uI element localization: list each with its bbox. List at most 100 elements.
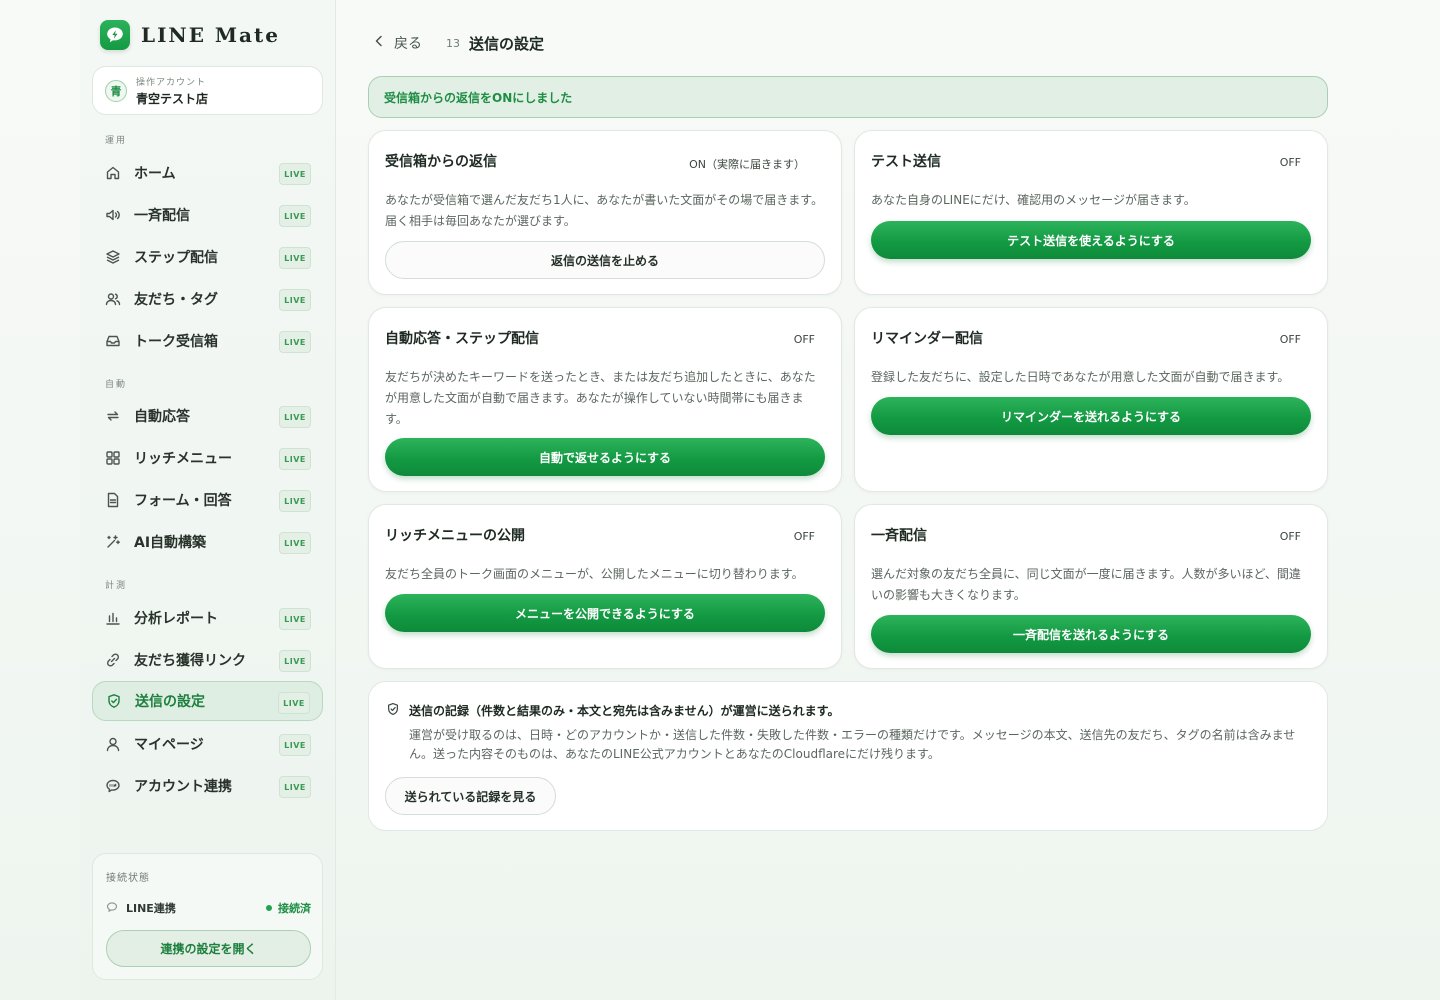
card-auto-reply: 自動応答・ステップ配信 OFF 友だちが決めたキーワードを送ったとき、または友だ…: [368, 307, 842, 492]
sidebar-item-label: リッチメニュー: [134, 451, 232, 467]
connection-status-card: 接続状態 LINE連携 接続済 連携の設定を開く: [92, 853, 323, 980]
sidebar-item-analytics[interactable]: 分析レポート LIVE: [92, 598, 323, 638]
sidebar-item-friend-links[interactable]: 友だち獲得リンク LIVE: [92, 640, 323, 680]
live-badge: LIVE: [279, 163, 311, 185]
sidebar-item-account-link[interactable]: アカウント連携 LIVE: [92, 766, 323, 806]
send-log-title: 送信の記録（件数と結果のみ・本文と宛先は含みません）が運営に送られます。: [409, 704, 840, 718]
account-name: 青空テスト店: [136, 91, 209, 106]
line-mate-logo-icon: [100, 20, 130, 50]
card-state: OFF: [793, 333, 815, 346]
card-reminder: リマインダー配信 OFF 登録した友だちに、設定した日時であなたが用意した文面が…: [854, 307, 1328, 492]
status-dot-icon: [266, 904, 272, 911]
line-chat-icon: [104, 777, 122, 795]
sidebar-item-broadcast[interactable]: 一斉配信 LIVE: [92, 195, 323, 235]
card-state: OFF: [1279, 333, 1301, 346]
card-state: OFF: [1279, 530, 1301, 543]
live-badge: LIVE: [279, 247, 311, 269]
account-caption: 操作アカウント: [136, 77, 207, 88]
document-icon: [104, 491, 122, 509]
brand-name: LINE Mate: [141, 23, 280, 47]
page-title: 送信の設定: [469, 34, 545, 53]
step-number: 13: [446, 36, 460, 50]
section-label-measurement: 計測: [105, 581, 128, 591]
line-chat-icon: [106, 898, 118, 917]
enable-broadcast-button[interactable]: 一斉配信を送れるようにする: [871, 615, 1311, 653]
live-badge: LIVE: [279, 331, 311, 353]
enable-menu-publish-button[interactable]: メニューを公開できるようにする: [385, 594, 825, 632]
megaphone-icon: [104, 206, 122, 224]
home-icon: [104, 164, 122, 182]
live-badge: LIVE: [279, 406, 311, 428]
sidebar-item-label: 友だち獲得リンク: [134, 653, 246, 669]
sidebar-item-label: 分析レポート: [134, 611, 218, 627]
line-connection-label: LINE連携: [126, 901, 176, 915]
shield-check-icon: [105, 692, 123, 710]
sidebar-item-friends-tags[interactable]: 友だち・タグ LIVE: [92, 279, 323, 319]
connection-status-value: 接続済: [266, 900, 311, 916]
enable-test-send-button[interactable]: テスト送信を使えるようにする: [871, 221, 1311, 259]
layers-icon: [104, 248, 122, 266]
card-title: 一斉配信: [871, 528, 927, 544]
sidebar-item-rich-menu[interactable]: リッチメニュー LIVE: [92, 438, 323, 478]
card-description: あなた自身のLINEにだけ、確認用のメッセージが届きます。: [871, 193, 1196, 207]
live-badge: LIVE: [279, 205, 311, 227]
sidebar-item-auto-reply[interactable]: 自動応答 LIVE: [92, 396, 323, 436]
chevron-left-icon: [374, 35, 384, 51]
inbox-icon: [104, 332, 122, 350]
card-description: 友だちが決めたキーワードを送ったとき、または友だち追加したときに、あなたが用意し…: [385, 370, 816, 426]
line-connection-row: LINE連携 接続済: [106, 898, 311, 917]
success-notice: 受信箱からの返信をONにしました: [368, 76, 1328, 118]
sidebar-item-step-delivery[interactable]: ステップ配信 LIVE: [92, 237, 323, 277]
live-badge: LIVE: [279, 608, 311, 630]
sidebar-item-label: トーク受信箱: [134, 334, 218, 350]
back-link[interactable]: 戻る: [374, 33, 422, 53]
sidebar-item-label: フォーム・回答: [134, 493, 232, 509]
card-state: OFF: [793, 530, 815, 543]
sidebar: LINE Mate 青 操作アカウント 青空テスト店 運用 ホーム LIVE 一…: [80, 0, 336, 1000]
sidebar-item-forms[interactable]: フォーム・回答 LIVE: [92, 480, 323, 520]
card-title: リッチメニューの公開: [385, 528, 525, 544]
live-badge: LIVE: [279, 532, 311, 554]
open-link-settings-button[interactable]: 連携の設定を開く: [106, 930, 311, 967]
send-log-description: 運営が受け取るのは、日時・どのアカウントか・送信した件数・失敗した件数・エラーの…: [409, 728, 1296, 761]
account-avatar: 青: [105, 79, 127, 102]
section-label-operation: 運用: [105, 136, 128, 146]
sidebar-item-home[interactable]: ホーム LIVE: [92, 153, 323, 193]
enable-auto-reply-button[interactable]: 自動で返せるようにする: [385, 438, 825, 476]
section-label-automation: 自動: [105, 380, 128, 390]
card-description: あなたが受信箱で選んだ友だち1人に、あなたが書いた文面がその場で届きます。届く相…: [385, 193, 824, 228]
live-badge: LIVE: [279, 650, 311, 672]
card-inbox-reply: 受信箱からの返信 ON（実際に届きます） あなたが受信箱で選んだ友だち1人に、あ…: [368, 130, 842, 295]
sidebar-item-label: 友だち・タグ: [134, 292, 218, 308]
sidebar-item-mypage[interactable]: マイページ LIVE: [92, 724, 323, 764]
card-title: リマインダー配信: [871, 331, 983, 347]
card-rich-menu-publish: リッチメニューの公開 OFF 友だち全員のトーク画面のメニューが、公開したメニュ…: [368, 504, 842, 669]
view-log-button[interactable]: 送られている記録を見る: [385, 777, 556, 815]
stop-reply-button[interactable]: 返信の送信を止める: [385, 241, 825, 279]
live-badge: LIVE: [279, 448, 311, 470]
status-title: 接続状態: [106, 873, 150, 884]
repeat-icon: [104, 407, 122, 425]
live-badge: LIVE: [278, 692, 310, 714]
grid-icon: [104, 449, 122, 467]
live-badge: LIVE: [279, 289, 311, 311]
sidebar-item-talk-inbox[interactable]: トーク受信箱 LIVE: [92, 321, 323, 361]
sidebar-item-send-settings[interactable]: 送信の設定 LIVE: [92, 681, 323, 721]
sparkle-icon: [104, 533, 122, 551]
sidebar-item-label: 一斉配信: [134, 208, 190, 224]
card-description: 友だち全員のトーク画面のメニューが、公開したメニューに切り替わります。: [385, 567, 804, 581]
brand[interactable]: LINE Mate: [100, 20, 280, 50]
card-state: OFF: [1279, 156, 1301, 169]
users-icon: [104, 290, 122, 308]
card-title: 受信箱からの返信: [385, 154, 497, 170]
connection-status-text: 接続済: [278, 901, 311, 915]
bar-chart-icon: [104, 609, 122, 627]
sidebar-item-label: アカウント連携: [134, 779, 232, 795]
account-switcher[interactable]: 青 操作アカウント 青空テスト店: [92, 66, 323, 115]
breadcrumb: 戻る 13 送信の設定: [374, 32, 544, 54]
back-label: 戻る: [394, 36, 422, 52]
link-icon: [104, 651, 122, 669]
sidebar-item-ai-builder[interactable]: AI自動構築 LIVE: [92, 522, 323, 562]
enable-reminder-button[interactable]: リマインダーを送れるようにする: [871, 397, 1311, 435]
sidebar-item-label: 自動応答: [134, 409, 190, 425]
